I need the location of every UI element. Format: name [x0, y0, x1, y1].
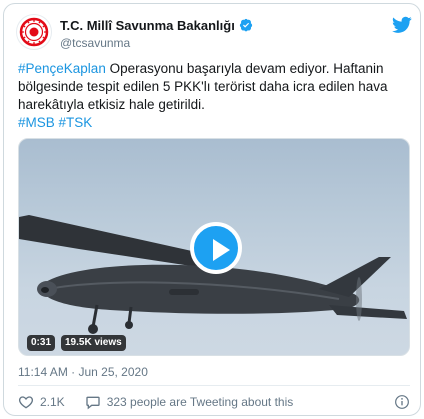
heart-icon	[18, 396, 34, 409]
tweet-line-1: #PençeKaplan Operasyonu başarıyla devam …	[18, 60, 414, 78]
tweet-line-2: bölgesinde tespit edilen 5 PKK'lı teröri…	[18, 79, 388, 94]
divider	[18, 385, 410, 386]
play-button[interactable]	[190, 222, 242, 274]
tweet-footer: 2.1K 323 people are Tweeting about this	[18, 393, 410, 411]
people-tweeting-text: 323 people are Tweeting about this	[106, 395, 294, 409]
handle[interactable]: @tcsavunma	[60, 36, 253, 50]
tweet-header: T.C. Millî Savunma Bakanlığı @tcsavunma	[16, 14, 412, 50]
like-button[interactable]: 2.1K	[18, 394, 65, 410]
tweet-text: #PençeKaplan Operasyonu başarıyla devam …	[18, 60, 414, 132]
hashtag-link[interactable]: #PençeKaplan	[18, 61, 106, 76]
info-icon[interactable]	[394, 394, 410, 410]
tweet-line-3: harekâtıyla etkisiz hale getirildi.	[18, 97, 205, 112]
tweet-hashtags: #MSB #TSK	[18, 114, 414, 132]
video-player[interactable]: 0:31 19.5K views	[18, 138, 410, 356]
display-name-row: T.C. Millî Savunma Bakanlığı	[60, 17, 253, 33]
twitter-bird-icon[interactable]	[392, 16, 412, 34]
avatar[interactable]	[16, 14, 52, 50]
video-duration: 0:31	[27, 335, 56, 351]
video-views: 19.5K views	[61, 335, 126, 351]
conversation-link[interactable]: 323 people are Tweeting about this	[85, 394, 294, 410]
author-names: T.C. Millî Savunma Bakanlığı @tcsavunma	[60, 17, 253, 50]
hashtag-link[interactable]: #TSK	[59, 115, 93, 130]
like-count: 2.1K	[40, 395, 65, 409]
tweet-text-segment: Operasyonu başarıyla devam ediyor. Hafta…	[105, 61, 384, 76]
embedded-tweet-card[interactable]: T.C. Millî Savunma Bakanlığı @tcsavunma …	[3, 3, 421, 416]
hashtag-link[interactable]: #MSB	[18, 115, 55, 130]
play-icon	[213, 239, 230, 261]
tweet-timestamp[interactable]: 11:14 AM · Jun 25, 2020	[18, 365, 148, 379]
speech-bubble-icon	[86, 396, 100, 410]
verified-badge-icon	[239, 18, 252, 32]
ministry-crest-logo	[19, 17, 49, 47]
display-name[interactable]: T.C. Millî Savunma Bakanlığı	[60, 18, 235, 33]
